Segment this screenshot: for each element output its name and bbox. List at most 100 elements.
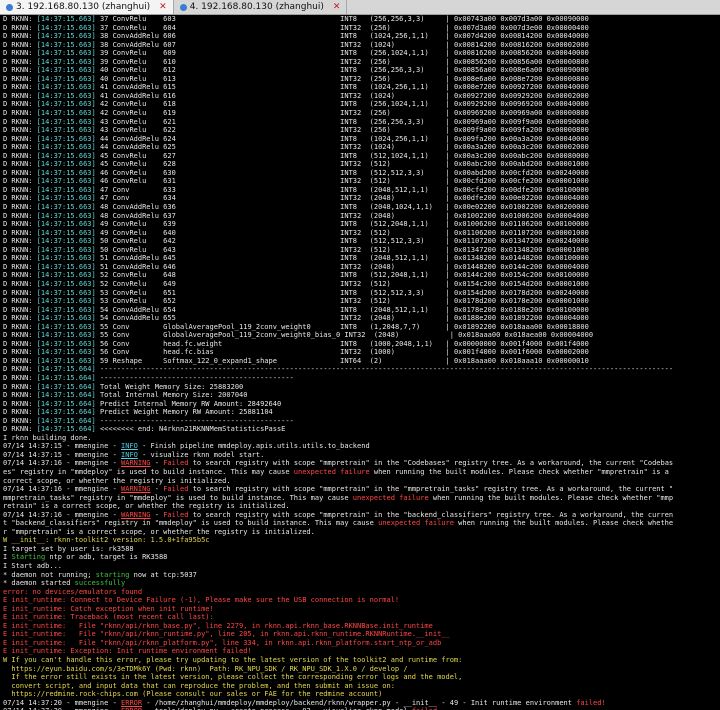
hint-text: W If you can't handle this error, please… bbox=[3, 656, 463, 665]
terminal-output[interactable]: D RKNN: [14:37:15.663] 37 ConvRelu 603 I… bbox=[0, 15, 720, 710]
log-text: - bbox=[150, 459, 164, 468]
table-separator: D RKNN: [14:37:15.664] -----------------… bbox=[3, 365, 720, 374]
log-text: 07/14 14:37:15 - mmengine - bbox=[3, 442, 122, 451]
error-text: error: no devices/emulators found bbox=[3, 587, 143, 596]
table-cell-text: 44 ConvAddRelu 625 INT32 (1024) | 0x00a3… bbox=[95, 143, 589, 152]
session-tab-3[interactable]: 3. 192.168.80.130 (zhanghui) ✕ bbox=[0, 0, 174, 14]
warning-line: mmpretrain_tasks" registry in "mmdeploy"… bbox=[3, 494, 720, 503]
divider: ----------------------------------------… bbox=[99, 373, 294, 382]
timestamp: [14:37:15.663] bbox=[36, 288, 96, 297]
log-text: D RKNN: bbox=[3, 365, 37, 374]
timestamp: [14:37:15.663] bbox=[36, 168, 96, 177]
warning-text: W __init__: rknn-toolkit2 version: 1.5.0… bbox=[3, 536, 210, 545]
error-text: E init_runtime: File "rknn/api/rknn_base… bbox=[3, 621, 433, 630]
error-text: E init_runtime: Exception: Init runtime … bbox=[3, 647, 252, 656]
table-cell-text: 49 ConvRelu 640 INT32 (512) | 0x01106200… bbox=[95, 228, 589, 237]
close-icon[interactable]: ✕ bbox=[159, 2, 167, 12]
hint-text: convert script, and input data that can … bbox=[3, 681, 395, 690]
table-row: D RKNN: [14:37:15.663] 51 ConvAddRelu 64… bbox=[3, 254, 720, 263]
log-text: 07/14 14:37:16 - mmengine - bbox=[3, 510, 122, 519]
timestamp: [14:37:15.663] bbox=[36, 194, 96, 203]
log-level: D RKNN: bbox=[3, 49, 37, 58]
timestamp: [14:37:15.663] bbox=[36, 117, 96, 126]
end-marker: <<<<<<<< end: N4rknn21RKNNMemStatisticsP… bbox=[99, 425, 286, 434]
log-text: - visualize rknn model start. bbox=[137, 450, 265, 459]
log-line: 07/14 14:37:15 - mmengine - INFO - visua… bbox=[3, 451, 720, 460]
error-line: E init_runtime: Exception: Init runtime … bbox=[3, 647, 720, 656]
log-level: D RKNN: bbox=[3, 168, 37, 177]
table-row: D RKNN: [14:37:15.663] 50 ConvRelu 642 I… bbox=[3, 237, 720, 246]
table-row: D RKNN: [14:37:15.663] 43 ConvRelu 622 I… bbox=[3, 126, 720, 135]
table-cell-text: 53 ConvRelu 652 INT32 (512) | 0x0178d200… bbox=[95, 297, 589, 306]
log-text: to search registry with scope "mmpretrai… bbox=[188, 485, 674, 494]
table-cell-text: 37 ConvRelu 604 INT32 (256) | 0x007d3a00… bbox=[95, 23, 589, 32]
table-row: D RKNN: [14:37:15.663] 48 ConvAddRelu 63… bbox=[3, 212, 720, 221]
log-text: D RKNN: bbox=[3, 408, 37, 417]
failure-text: unexpected failure bbox=[293, 467, 370, 476]
error-line: 07/14 14:37:20 - mmengine - ERROR - /hom… bbox=[3, 699, 720, 708]
table-cell-text: 46 ConvRelu 630 INT8 (512,512,3,3) | 0x0… bbox=[95, 168, 589, 177]
table-cell-text: 40 ConvRelu 612 INT8 (256,256,3,3) | 0x0… bbox=[95, 66, 589, 75]
log-text: retrain" is a correct scope, or whether … bbox=[3, 502, 290, 511]
hint-line: If the error still exists in the latest … bbox=[3, 673, 720, 682]
table-row: D RKNN: [14:37:15.663] 56 Conv head.fc.w… bbox=[3, 340, 720, 349]
timestamp: [14:37:15.663] bbox=[36, 305, 96, 314]
init-line: W __init__: rknn-toolkit2 version: 1.5.0… bbox=[3, 536, 720, 545]
table-row: D RKNN: [14:37:15.663] 53 ConvRelu 652 I… bbox=[3, 297, 720, 306]
log-level: D RKNN: bbox=[3, 245, 37, 254]
table-cell-text: 52 ConvRelu 649 INT32 (512) | 0x0154c200… bbox=[95, 279, 589, 288]
hint-line: W If you can't handle this error, please… bbox=[3, 656, 720, 665]
table-cell-text: 49 ConvRelu 639 INT8 (512,2048,1,1) | 0x… bbox=[95, 220, 589, 229]
table-cell-text: 56 Conv head.fc.bias INT32 (1000) | 0x00… bbox=[95, 348, 589, 357]
status-text: Starting bbox=[11, 553, 46, 562]
table-row: D RKNN: [14:37:15.663] 43 ConvRelu 621 I… bbox=[3, 118, 720, 127]
table-cell-text: 37 ConvRelu 603 INT8 (256,256,3,3) | 0x0… bbox=[95, 15, 589, 23]
failed-text: Failed bbox=[163, 510, 189, 519]
timestamp: [14:37:15.663] bbox=[36, 74, 96, 83]
log-text: - bbox=[150, 485, 164, 494]
log-level: D RKNN: bbox=[3, 237, 37, 246]
log-level: D RKNN: bbox=[3, 356, 37, 365]
timestamp: [14:37:15.664] bbox=[36, 365, 96, 374]
table-cell-text: 51 ConvAddRelu 645 INT8 (2048,512,1,1) |… bbox=[95, 254, 589, 263]
table-cell-text: 44 ConvAddRelu 624 INT8 (1024,256,1,1) |… bbox=[95, 134, 589, 143]
timestamp: [14:37:15.663] bbox=[36, 279, 96, 288]
table-cell-text: 38 ConvAddRelu 607 INT32 (1024) | 0x0081… bbox=[95, 40, 589, 49]
error-line: E init_runtime: Traceback (most recent c… bbox=[3, 613, 720, 622]
table-row: D RKNN: [14:37:15.663] 46 ConvRelu 630 I… bbox=[3, 169, 720, 178]
timestamp: [14:37:15.664] bbox=[36, 399, 96, 408]
log-level: D RKNN: bbox=[3, 160, 37, 169]
table-row: D RKNN: [14:37:15.663] 44 ConvAddRelu 62… bbox=[3, 143, 720, 152]
table-row: D RKNN: [14:37:15.663] 52 ConvRelu 649 I… bbox=[3, 280, 720, 289]
table-cell-text: 48 ConvAddRelu 636 INT8 (2048,1024,1,1) … bbox=[95, 203, 589, 212]
log-text: 07/14 14:37:15 - mmengine - bbox=[3, 450, 122, 459]
log-level: D RKNN: bbox=[3, 134, 37, 143]
log-text: * daemon started bbox=[3, 579, 75, 588]
log-line: I rknn building done. bbox=[3, 434, 720, 443]
timestamp: [14:37:15.663] bbox=[36, 40, 96, 49]
summary-text: Predict Internal Memory RW Amount: 28492… bbox=[99, 399, 282, 408]
session-tab-4[interactable]: 4. 192.168.80.130 (zhanghui) ✕ bbox=[173, 0, 348, 14]
hint-line: https://eyun.baidu.com/s/3eTDMk6Y (Pwd: … bbox=[3, 665, 720, 674]
close-icon[interactable]: ✕ bbox=[333, 2, 341, 12]
log-level: D RKNN: bbox=[3, 151, 37, 160]
info-tag: INFO bbox=[121, 442, 138, 451]
timestamp: [14:37:15.663] bbox=[36, 126, 96, 135]
timestamp: [14:37:15.663] bbox=[36, 348, 96, 357]
log-text: correct scope, or whether the registry i… bbox=[3, 476, 231, 485]
log-text: r "mmpretrain" is a correct scope, or wh… bbox=[3, 527, 315, 536]
timestamp: [14:37:15.664] bbox=[36, 408, 96, 417]
log-level: D RKNN: bbox=[3, 66, 37, 75]
timestamp: [14:37:15.663] bbox=[36, 177, 96, 186]
table-row: D RKNN: [14:37:15.663] 37 ConvRelu 603 I… bbox=[3, 15, 720, 24]
log-level: D RKNN: bbox=[3, 23, 37, 32]
table-row: D RKNN: [14:37:15.663] 41 ConvAddRelu 61… bbox=[3, 83, 720, 92]
table-row: D RKNN: [14:37:15.663] 47 Conv 633 INT8 … bbox=[3, 186, 720, 195]
table-row: D RKNN: [14:37:15.663] 41 ConvAddRelu 61… bbox=[3, 92, 720, 101]
log-level: D RKNN: bbox=[3, 348, 37, 357]
status-text: starting bbox=[95, 570, 130, 579]
warning-line: 07/14 14:37:16 - mmengine - WARNING - Fa… bbox=[3, 511, 720, 520]
log-level: D RKNN: bbox=[3, 262, 37, 271]
table-row: D RKNN: [14:37:15.663] 40 ConvRelu 612 I… bbox=[3, 66, 720, 75]
terminal-icon bbox=[6, 3, 13, 11]
